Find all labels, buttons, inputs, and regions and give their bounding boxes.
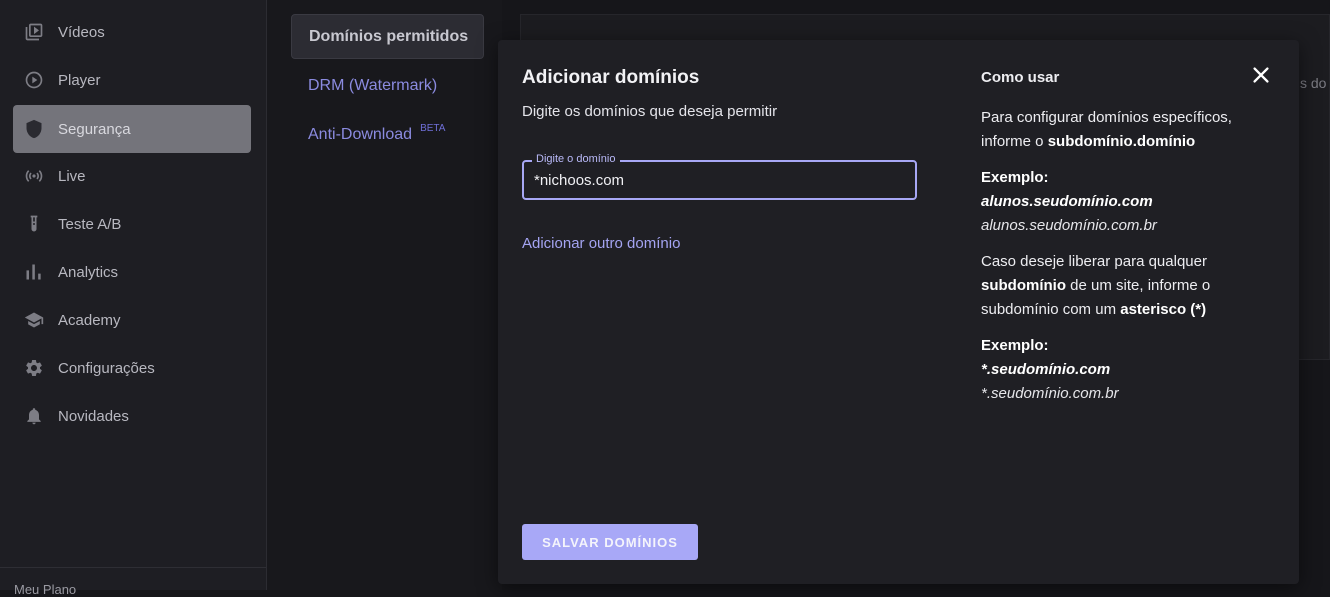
sidebar-item-videos[interactable]: Vídeos xyxy=(13,8,251,56)
close-icon xyxy=(1253,67,1269,83)
domain-field[interactable]: Digite o domínio xyxy=(522,153,917,200)
sidebar-item-player[interactable]: Player xyxy=(13,56,251,104)
bell-icon xyxy=(23,405,45,427)
help-paragraph: Caso deseje liberar para qualquer subdom… xyxy=(981,250,1281,322)
example-line: *.seudomínio.com xyxy=(981,361,1111,378)
sidebar-item-analytics[interactable]: Analytics xyxy=(13,248,251,296)
save-domains-button[interactable]: SALVAR DOMÍNIOS xyxy=(522,524,698,560)
example-heading: Exemplo: xyxy=(981,169,1049,186)
sidebar-item-live[interactable]: Live xyxy=(13,152,251,200)
video-library-icon xyxy=(23,21,45,43)
sidebar: Vídeos Player Segurança Live Teste A/B A… xyxy=(0,0,267,597)
play-circle-icon xyxy=(23,69,45,91)
help-example: Exemplo: *.seudomínio.com *.seudomínio.c… xyxy=(981,334,1281,406)
subnav-label: DRM (Watermark) xyxy=(308,76,438,94)
help-text: Caso deseje liberar para qualquer xyxy=(981,253,1207,270)
sidebar-item-academy[interactable]: Academy xyxy=(13,296,251,344)
gear-icon xyxy=(23,357,45,379)
subnav-label: Domínios permitidos xyxy=(309,27,469,45)
sidebar-item-label: Analytics xyxy=(58,263,119,281)
sidebar-item-label: Player xyxy=(58,71,101,89)
beta-badge: BETA xyxy=(420,123,446,134)
subnav-label: Anti-Download xyxy=(308,125,413,143)
background-text: s do xyxy=(1300,75,1327,91)
subnav-dominios-permitidos[interactable]: Domínios permitidos xyxy=(291,14,484,59)
sidebar-item-teste-ab[interactable]: Teste A/B xyxy=(13,200,251,248)
help-example: Exemplo: alunos.seudomínio.com alunos.se… xyxy=(981,166,1281,238)
add-domains-modal: Adicionar domínios Digite os domínios qu… xyxy=(498,40,1299,584)
example-line: alunos.seudomínio.com.br xyxy=(981,217,1157,234)
close-button[interactable] xyxy=(1250,64,1272,86)
example-line: alunos.seudomínio.com xyxy=(981,193,1153,210)
modal-title: Adicionar domínios xyxy=(522,67,700,88)
sidebar-item-configuracoes[interactable]: Configurações xyxy=(13,344,251,392)
subnav-anti-download[interactable]: Anti-Download BETA xyxy=(291,112,484,157)
security-subnav: Domínios permitidos DRM (Watermark) Anti… xyxy=(267,0,502,590)
subnav-drm-watermark[interactable]: DRM (Watermark) xyxy=(291,63,484,108)
help-text-bold: subdomínio xyxy=(981,277,1066,294)
modal-subtitle: Digite os domínios que deseja permitir xyxy=(522,103,778,120)
sidebar-item-label: Segurança xyxy=(58,120,131,138)
sidebar-item-label: Academy xyxy=(58,311,121,329)
help-title: Como usar xyxy=(981,69,1060,86)
help-text-bold: asterisco (*) xyxy=(1120,301,1207,318)
sidebar-item-label: Live xyxy=(58,167,86,185)
sidebar-item-label: Vídeos xyxy=(58,23,105,41)
sidebar-item-label: Novidades xyxy=(58,407,129,425)
graduation-cap-icon xyxy=(23,309,45,331)
sidebar-item-label: Configurações xyxy=(58,359,155,377)
help-panel: Como usar Para configurar domínios espec… xyxy=(981,66,1281,418)
broadcast-icon xyxy=(23,165,45,187)
sidebar-item-seguranca[interactable]: Segurança xyxy=(13,105,251,153)
add-another-domain-link[interactable]: Adicionar outro domínio xyxy=(522,235,680,252)
bar-chart-icon xyxy=(23,261,45,283)
example-heading: Exemplo: xyxy=(981,337,1049,354)
shield-icon xyxy=(23,118,45,140)
example-line: *.seudomínio.com.br xyxy=(981,385,1119,402)
help-paragraph: Para configurar domínios específicos, in… xyxy=(981,106,1281,154)
test-tube-icon xyxy=(23,213,45,235)
sidebar-divider xyxy=(0,567,266,568)
sidebar-item-label: Teste A/B xyxy=(58,215,122,233)
sidebar-item-novidades[interactable]: Novidades xyxy=(13,392,251,440)
help-text-bold: subdomínio.domínio xyxy=(1047,133,1196,150)
domain-input[interactable] xyxy=(524,162,915,198)
